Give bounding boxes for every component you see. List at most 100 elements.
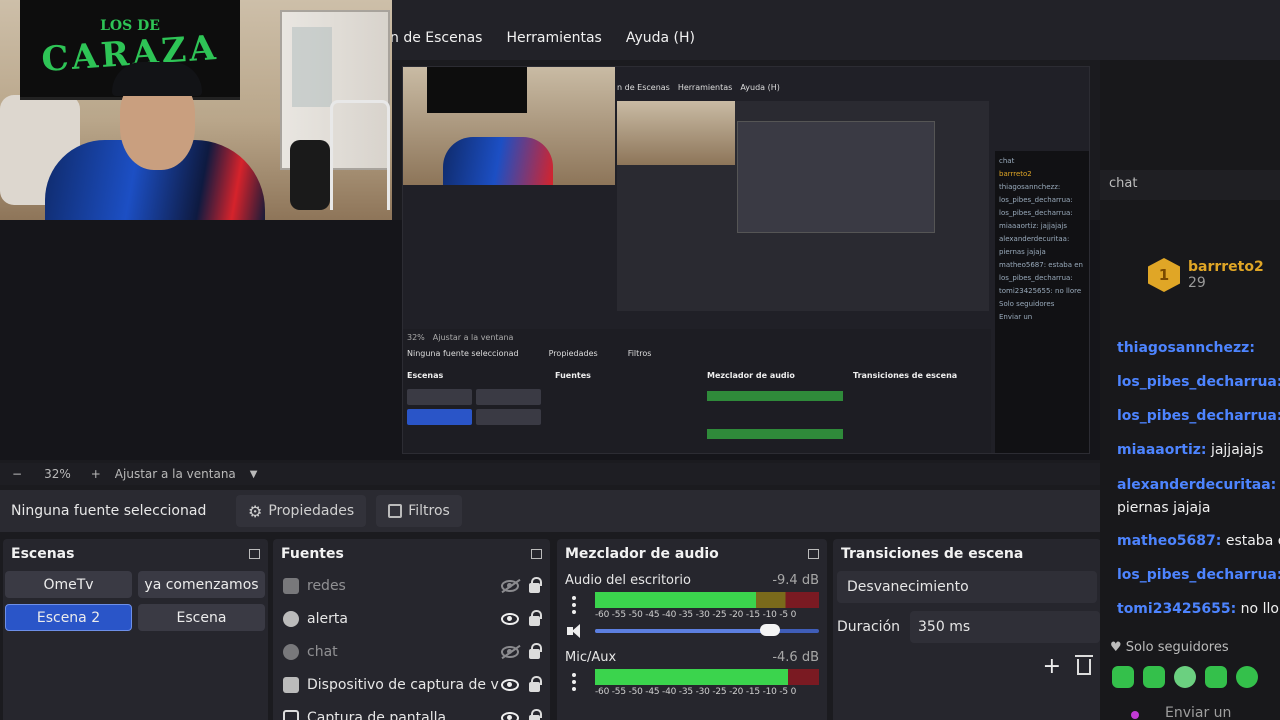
fit-window-label: Ajustar a la ventana bbox=[114, 467, 236, 481]
filters-button[interactable]: Filtros bbox=[376, 495, 462, 527]
nested-chat-line: los_pibes_decharrua: bbox=[999, 209, 1073, 217]
monitor-icon bbox=[283, 709, 299, 720]
scene-ya-comenzamos[interactable]: ya comenzamos bbox=[138, 571, 265, 598]
source-item[interactable]: alerta bbox=[273, 602, 550, 635]
properties-button[interactable]: ⚙ Propiedades bbox=[236, 495, 367, 527]
chat-text: no llore bbox=[1240, 601, 1280, 617]
scene-list: OmeTv ya comenzamos Escena 2 Escena bbox=[5, 569, 268, 631]
badge-count: 29 bbox=[1188, 275, 1206, 291]
nested-zoom: 32% bbox=[407, 333, 425, 342]
transition-select[interactable]: Desvanecimiento bbox=[837, 571, 1097, 603]
meter-scale: -60 -55 -50 -45 -40 -35 -30 -25 -20 -15 … bbox=[595, 610, 797, 620]
gear-icon: ⚙ bbox=[248, 501, 263, 521]
chat-message: miaaaortiz: jajjajajs bbox=[1117, 440, 1263, 460]
chat-username[interactable]: miaaaortiz: bbox=[1117, 442, 1207, 458]
zoom-in-button[interactable]: + bbox=[91, 467, 101, 481]
chat-username[interactable]: matheo5687: bbox=[1117, 533, 1221, 549]
duration-input[interactable]: 350 ms bbox=[910, 611, 1101, 643]
nested-dock-title: Fuentes bbox=[555, 371, 591, 380]
source-item[interactable]: Dispositivo de captura de v bbox=[273, 668, 550, 701]
sources-dock: Fuentes redes alerta chat Dispositivo de… bbox=[273, 539, 550, 720]
lock-icon[interactable] bbox=[529, 577, 542, 593]
followers-label: Solo seguidores bbox=[1125, 640, 1229, 655]
visibility-icon[interactable] bbox=[501, 678, 519, 691]
menu-tools[interactable]: Herramientas bbox=[506, 28, 601, 48]
nested-filters: Filtros bbox=[627, 349, 652, 358]
speaker-icon[interactable] bbox=[565, 624, 583, 638]
scene-escena-2[interactable]: Escena 2 bbox=[5, 604, 132, 631]
nested-webcam bbox=[403, 67, 615, 185]
lock-icon[interactable] bbox=[529, 610, 542, 626]
nested-screen-capture: n de Escenas Herramientas Ayuda (H) chat… bbox=[402, 66, 1090, 454]
fit-dropdown-icon[interactable]: ▼ bbox=[250, 469, 258, 480]
scene-escena[interactable]: Escena bbox=[138, 604, 265, 631]
leaderboard-badge: 1 barrreto2 29 bbox=[1148, 258, 1264, 292]
undock-icon[interactable] bbox=[249, 549, 260, 559]
channel-db: -4.6 dB bbox=[772, 650, 819, 665]
chat-message: matheo5687: estaba en bbox=[1117, 531, 1280, 551]
nested-chat-line: Enviar un bbox=[999, 313, 1033, 321]
chat-message: los_pibes_decharrua: Q bbox=[1117, 372, 1280, 392]
emote-icon[interactable] bbox=[1205, 666, 1227, 688]
nested-chat-line: Solo seguidores bbox=[999, 300, 1055, 308]
badge-user[interactable]: barrreto2 bbox=[1188, 259, 1264, 275]
nested-menu-item: n de Escenas bbox=[617, 83, 670, 92]
emote-icon[interactable] bbox=[1143, 666, 1165, 688]
visibility-hidden-icon[interactable] bbox=[501, 579, 519, 592]
mixer-channel-mic: Mic/Aux -4.6 dB -60 -55 -50 -45 -40 -35 … bbox=[557, 650, 827, 697]
chat-input[interactable]: Enviar un bbox=[1165, 705, 1231, 720]
source-item[interactable]: chat bbox=[273, 635, 550, 668]
visibility-icon[interactable] bbox=[501, 711, 519, 720]
person-cap bbox=[112, 62, 202, 96]
menu-scene-collection[interactable]: n de Escenas bbox=[390, 28, 482, 48]
volume-slider[interactable] bbox=[595, 624, 819, 636]
source-label: Dispositivo de captura de v bbox=[307, 676, 499, 693]
transitions-dock: Transiciones de escena Desvanecimiento D… bbox=[833, 539, 1101, 720]
nested-props: Propiedades bbox=[548, 349, 598, 358]
lock-icon[interactable] bbox=[529, 709, 542, 720]
source-item[interactable]: Captura de pantalla bbox=[273, 701, 550, 720]
undock-icon[interactable] bbox=[531, 549, 542, 559]
emote-icon[interactable] bbox=[1236, 666, 1258, 688]
nested-chat-line: piernas jajaja bbox=[999, 248, 1046, 256]
transitions-header: Transiciones de escena bbox=[833, 539, 1101, 569]
heart-icon: ♥ bbox=[1110, 640, 1122, 655]
mixer-header: Mezclador de audio bbox=[557, 539, 827, 569]
chat-username[interactable]: tomi23425655: bbox=[1117, 601, 1236, 617]
globe-icon bbox=[283, 610, 299, 627]
chat-username[interactable]: alexanderdecuritaa: bbox=[1117, 477, 1276, 493]
trash-icon[interactable] bbox=[1075, 655, 1093, 675]
nested-dock-title: Transiciones de escena bbox=[853, 371, 958, 380]
chat-username[interactable]: los_pibes_decharrua: bbox=[1117, 374, 1280, 390]
sources-title: Fuentes bbox=[281, 546, 344, 562]
add-transition-button[interactable]: + bbox=[1043, 656, 1061, 678]
duration-label: Duración bbox=[837, 619, 901, 635]
more-options-icon[interactable] bbox=[565, 592, 583, 614]
slider-handle[interactable] bbox=[759, 624, 780, 636]
nested-docks: 32% Ajustar a la ventana Ninguna fuente … bbox=[403, 329, 991, 453]
chat-title: chat bbox=[1100, 170, 1280, 200]
emote-icon[interactable] bbox=[1112, 666, 1134, 688]
visibility-hidden-icon[interactable] bbox=[501, 645, 519, 658]
nested-chat-line: miaaaortiz: jajjajajs bbox=[999, 222, 1067, 230]
emote-bar bbox=[1112, 666, 1258, 688]
chair bbox=[330, 100, 390, 210]
scene-ometv[interactable]: OmeTv bbox=[5, 571, 132, 598]
chat-username[interactable]: los_pibes_decharrua: bbox=[1117, 567, 1280, 583]
undock-icon[interactable] bbox=[808, 549, 819, 559]
chat-username[interactable]: los_pibes_decharrua: bbox=[1117, 408, 1280, 424]
lock-icon[interactable] bbox=[529, 643, 542, 659]
visibility-icon[interactable] bbox=[501, 612, 519, 625]
more-options-icon[interactable] bbox=[565, 669, 583, 691]
camera-icon bbox=[283, 676, 299, 693]
obs-window: n de Escenas Herramientas Ayuda (H) LOS … bbox=[0, 0, 1280, 720]
emote-icon[interactable] bbox=[1174, 666, 1196, 688]
chat-username[interactable]: thiagosannchezz: bbox=[1117, 340, 1255, 356]
menu-help[interactable]: Ayuda (H) bbox=[626, 28, 695, 48]
meter-level bbox=[595, 677, 788, 685]
user-dot-icon bbox=[1131, 711, 1139, 719]
lock-icon[interactable] bbox=[529, 676, 542, 692]
source-item[interactable]: redes bbox=[273, 569, 550, 602]
zoom-out-button[interactable]: − bbox=[12, 467, 22, 481]
nested-chat-line: chat bbox=[999, 157, 1015, 165]
